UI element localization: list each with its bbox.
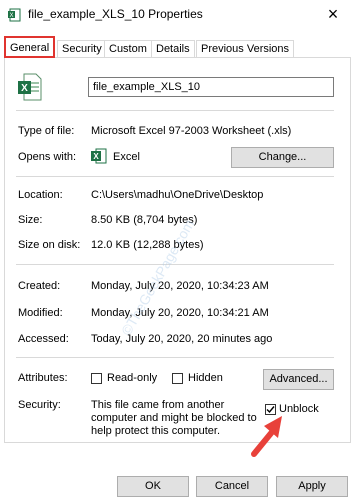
read-only-checkbox[interactable] <box>91 373 102 384</box>
separator <box>16 264 334 265</box>
modified-label: Modified: <box>18 307 63 319</box>
advanced-button[interactable]: Advanced... <box>263 369 334 390</box>
security-line-1: This file came from another <box>91 399 225 411</box>
svg-text:X: X <box>93 152 99 161</box>
security-line-3: help protect this computer. <box>91 425 221 437</box>
security-label: Security: <box>18 399 61 411</box>
tab-security[interactable]: Security <box>57 40 107 57</box>
close-button[interactable]: × <box>318 4 348 26</box>
modified-value: Monday, July 20, 2020, 10:34:21 AM <box>91 307 269 319</box>
type-of-file-value: Microsoft Excel 97-2003 Worksheet (.xls) <box>91 125 292 137</box>
hidden-checkbox[interactable] <box>172 373 183 384</box>
change-button[interactable]: Change... <box>231 147 334 168</box>
size-on-disk-label: Size on disk: <box>18 239 81 251</box>
attributes-label: Attributes: <box>18 372 68 384</box>
security-line-2: computer and might be blocked to <box>91 412 257 424</box>
window-title: file_example_XLS_10 Properties <box>28 7 203 21</box>
excel-file-icon: X <box>8 8 21 22</box>
file-name-input[interactable]: file_example_XLS_10 <box>88 77 334 97</box>
cancel-button[interactable]: Cancel <box>196 476 268 497</box>
excel-document-icon: X <box>18 73 42 101</box>
location-value: C:\Users\madhu\OneDrive\Desktop <box>91 189 264 201</box>
size-label: Size: <box>18 214 43 226</box>
svg-text:X: X <box>21 83 28 94</box>
red-arrow-icon <box>251 416 282 457</box>
separator <box>16 357 334 358</box>
separator <box>16 176 334 177</box>
location-label: Location: <box>18 189 63 201</box>
svg-text:X: X <box>9 13 13 19</box>
created-label: Created: <box>18 280 61 292</box>
read-only-label[interactable]: Read-only <box>107 372 157 384</box>
hidden-label[interactable]: Hidden <box>188 372 223 384</box>
accessed-label: Accessed: <box>18 333 69 345</box>
created-value: Monday, July 20, 2020, 10:34:23 AM <box>91 280 269 292</box>
tab-general[interactable]: General <box>4 36 56 58</box>
opens-with-value: Excel <box>113 151 140 163</box>
apply-button[interactable]: Apply <box>276 476 348 497</box>
excel-app-icon: X <box>91 148 107 164</box>
tab-custom[interactable]: Custom <box>104 40 152 57</box>
tab-previous-versions[interactable]: Previous Versions <box>196 40 295 57</box>
opens-with-label: Opens with: <box>18 151 77 163</box>
type-of-file-label: Type of file: <box>18 125 75 137</box>
ok-button[interactable]: OK <box>117 476 189 497</box>
accessed-value: Today, July 20, 2020, 20 minutes ago <box>91 333 273 345</box>
separator <box>16 110 334 111</box>
tab-details[interactable]: Details <box>151 40 195 57</box>
